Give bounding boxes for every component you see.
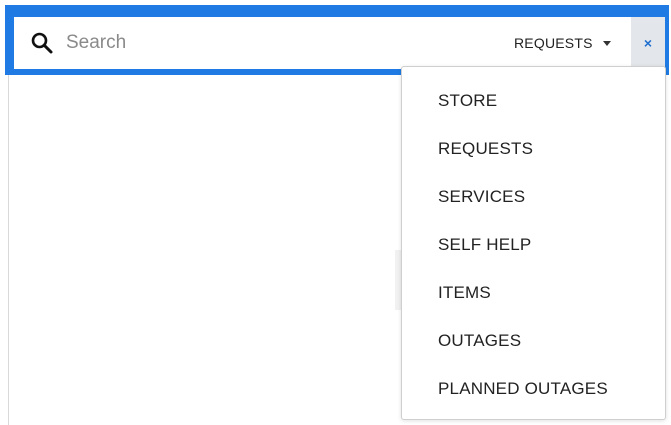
chevron-down-icon xyxy=(602,41,611,46)
search-bar: REQUESTS × xyxy=(5,5,669,75)
menu-item-items[interactable]: ITEMS xyxy=(402,269,665,317)
menu-item-self-help[interactable]: SELF HELP xyxy=(402,221,665,269)
search-input[interactable] xyxy=(66,27,366,59)
clear-button[interactable]: × xyxy=(631,17,665,69)
menu-item-planned-outages[interactable]: PLANNED OUTAGES xyxy=(402,365,665,413)
search-box: REQUESTS × xyxy=(14,17,665,69)
search-icon[interactable] xyxy=(30,31,54,55)
search-scope-menu: STORE REQUESTS SERVICES SELF HELP ITEMS … xyxy=(401,66,666,420)
search-scope-dropdown[interactable]: REQUESTS xyxy=(514,31,611,55)
close-icon: × xyxy=(643,35,653,51)
menu-item-store[interactable]: STORE xyxy=(402,77,665,125)
search-scope-label: REQUESTS xyxy=(514,35,593,51)
page-divider xyxy=(8,70,9,425)
menu-item-services[interactable]: SERVICES xyxy=(402,173,665,221)
menu-item-requests[interactable]: REQUESTS xyxy=(402,125,665,173)
page: REQUESTS × STORE REQUESTS SERVICES SELF … xyxy=(0,0,671,425)
menu-item-outages[interactable]: OUTAGES xyxy=(402,317,665,365)
